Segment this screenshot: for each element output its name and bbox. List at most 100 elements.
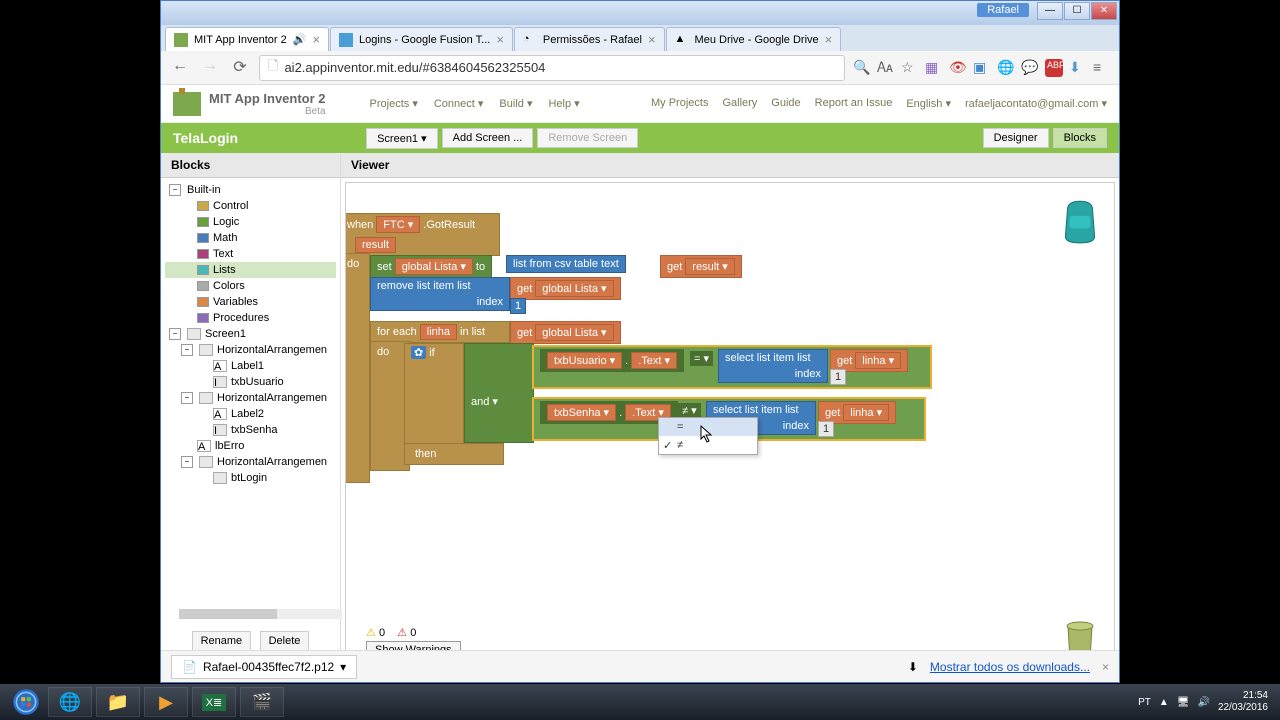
dropdown-option-eq[interactable]: =: [659, 418, 757, 436]
tree-math[interactable]: Math: [165, 230, 336, 246]
ext4-icon[interactable]: 🌐: [997, 59, 1015, 77]
start-button[interactable]: [6, 686, 46, 718]
block-list-from-csv[interactable]: list from csv table text: [506, 255, 626, 273]
task-chrome[interactable]: 🌐: [48, 687, 92, 717]
tree-screen1[interactable]: −Screen1: [165, 326, 336, 342]
block-eq-compare[interactable]: txbUsuario ▾ . .Text ▾ = ▾ select list i…: [532, 345, 932, 389]
block-remove-list-item[interactable]: remove list item list index: [370, 277, 510, 311]
abp-icon[interactable]: ABP: [1045, 59, 1063, 77]
block-when-gotresult[interactable]: when FTC ▾ .GotResult result: [345, 213, 500, 256]
mic-icon[interactable]: ⬇: [1069, 59, 1087, 77]
block-get-globallista1[interactable]: get global Lista ▾: [510, 277, 621, 300]
menu-projects[interactable]: Projects ▾: [370, 97, 418, 110]
tree-btlogin[interactable]: btLogin: [165, 470, 336, 486]
close-icon[interactable]: ×: [312, 32, 320, 47]
translate-icon[interactable]: 🗛: [877, 59, 895, 77]
task-excel[interactable]: X≣: [192, 687, 236, 717]
back-button[interactable]: ←: [169, 57, 191, 79]
chevron-down-icon[interactable]: ▾: [340, 660, 346, 674]
screen-selector[interactable]: Screen1 ▾: [366, 128, 438, 149]
tree-procedures[interactable]: Procedures: [165, 310, 336, 326]
blocks-button[interactable]: Blocks: [1053, 128, 1107, 148]
ext3-icon[interactable]: ▣: [973, 59, 991, 77]
dropdown-option-neq[interactable]: ≠: [659, 436, 757, 454]
remove-screen-button[interactable]: Remove Screen: [537, 128, 638, 148]
menu-connect[interactable]: Connect ▾: [434, 97, 484, 110]
block-get-globallista2[interactable]: get global Lista ▾: [510, 321, 621, 344]
close-button[interactable]: ✕: [1091, 2, 1117, 20]
tab-fusion[interactable]: Logins - Google Fusion T... ×: [330, 27, 513, 51]
tree-label2[interactable]: ALabel2: [165, 406, 336, 422]
maximize-button[interactable]: ☐: [1064, 2, 1090, 20]
tab-drive[interactable]: ▲ Meu Drive - Google Drive ×: [666, 27, 842, 51]
tree-builtin[interactable]: −Built-in: [165, 182, 336, 198]
block-num-1b[interactable]: 1: [830, 369, 846, 385]
task-media[interactable]: ▶: [144, 687, 188, 717]
blocks-tree[interactable]: −Built-in Control Logic Math Text Lists …: [161, 178, 340, 607]
tray-lang[interactable]: PT: [1138, 697, 1151, 708]
reload-button[interactable]: ⟳: [229, 57, 251, 79]
tab-appinventor[interactable]: MIT App Inventor 2 🔊 ×: [165, 27, 329, 51]
tree-txbsenha[interactable]: ItxbSenha: [165, 422, 336, 438]
minimize-button[interactable]: —: [1037, 2, 1063, 20]
forward-button[interactable]: →: [199, 57, 221, 79]
menu-help[interactable]: Help ▾: [548, 97, 579, 110]
menu-build[interactable]: Build ▾: [499, 97, 532, 110]
show-all-downloads[interactable]: Mostrar todos os downloads...: [930, 660, 1090, 674]
link-myprojects[interactable]: My Projects: [651, 97, 708, 110]
close-downloadbar[interactable]: ×: [1102, 660, 1109, 674]
backpack-icon[interactable]: [1058, 195, 1102, 245]
delete-button[interactable]: Delete: [260, 631, 310, 651]
ext2-icon[interactable]: 👁: [949, 59, 967, 77]
url-input[interactable]: 🗋 ai2.appinventor.mit.edu/#6384604562325…: [259, 55, 845, 81]
block-do[interactable]: do: [345, 253, 370, 483]
block-then[interactable]: then: [404, 443, 504, 465]
tree-label1[interactable]: ALabel1: [165, 358, 336, 374]
link-account[interactable]: rafaeljacontato@gmail.com ▾: [965, 97, 1107, 110]
download-item[interactable]: 📄 Rafael-00435ffec7f2.p12 ▾: [171, 655, 357, 679]
tree-ha3[interactable]: −HorizontalArrangemen: [165, 454, 336, 470]
tree-lberro[interactable]: AlbErro: [165, 438, 336, 454]
close-icon[interactable]: ×: [825, 32, 833, 47]
tray-flag-icon[interactable]: ▲: [1159, 697, 1169, 708]
tree-logic[interactable]: Logic: [165, 214, 336, 230]
tree-control[interactable]: Control: [165, 198, 336, 214]
tree-variables[interactable]: Variables: [165, 294, 336, 310]
link-language[interactable]: English ▾: [906, 97, 951, 110]
block-select-item1[interactable]: select list item list index: [718, 349, 828, 383]
task-camtasia[interactable]: 🎬: [240, 687, 284, 717]
rename-button[interactable]: Rename: [192, 631, 252, 651]
menu-icon[interactable]: ≡: [1093, 59, 1111, 77]
tab-permissoes[interactable]: ◔ Permissões - Rafael ×: [514, 27, 665, 51]
close-icon[interactable]: ×: [648, 32, 656, 47]
tray-network-icon[interactable]: 🖥: [1177, 697, 1190, 708]
operator-dropdown[interactable]: = ≠: [658, 417, 758, 455]
link-report[interactable]: Report an Issue: [815, 97, 893, 110]
task-explorer[interactable]: 📁: [96, 687, 140, 717]
close-icon[interactable]: ×: [496, 32, 504, 47]
tree-text[interactable]: Text: [165, 246, 336, 262]
tree-ha1[interactable]: −HorizontalArrangemen: [165, 342, 336, 358]
tray-clock[interactable]: 21:54 22/03/2016: [1218, 690, 1268, 714]
designer-button[interactable]: Designer: [983, 128, 1049, 148]
tree-colors[interactable]: Colors: [165, 278, 336, 294]
tray-sound-icon[interactable]: 🔊: [1197, 697, 1209, 708]
link-gallery[interactable]: Gallery: [722, 97, 757, 110]
add-screen-button[interactable]: Add Screen ...: [442, 128, 534, 148]
tree-txbusuario[interactable]: ItxbUsuario: [165, 374, 336, 390]
ext5-icon[interactable]: 💬: [1021, 59, 1039, 77]
block-set-globallista[interactable]: set global Lista ▾ to: [370, 255, 492, 278]
star-icon[interactable]: ☆: [901, 59, 919, 77]
tree-ha2[interactable]: −HorizontalArrangemen: [165, 390, 336, 406]
search-icon[interactable]: 🔍: [853, 59, 871, 77]
block-get-result[interactable]: get result ▾: [660, 255, 742, 278]
block-foreach[interactable]: for each linha in list: [370, 321, 510, 343]
block-and[interactable]: and ▾: [464, 343, 534, 443]
link-guide[interactable]: Guide: [771, 97, 800, 110]
ext1-icon[interactable]: ▦: [925, 59, 943, 77]
block-num-1a[interactable]: 1: [510, 298, 526, 314]
block-num-1c[interactable]: 1: [818, 421, 834, 437]
block-txbusuario-text[interactable]: txbUsuario ▾ . .Text ▾: [540, 349, 684, 372]
blocks-canvas[interactable]: when FTC ▾ .GotResult result do set glob…: [345, 182, 1115, 678]
sidebar-scrollbar[interactable]: [179, 609, 342, 619]
